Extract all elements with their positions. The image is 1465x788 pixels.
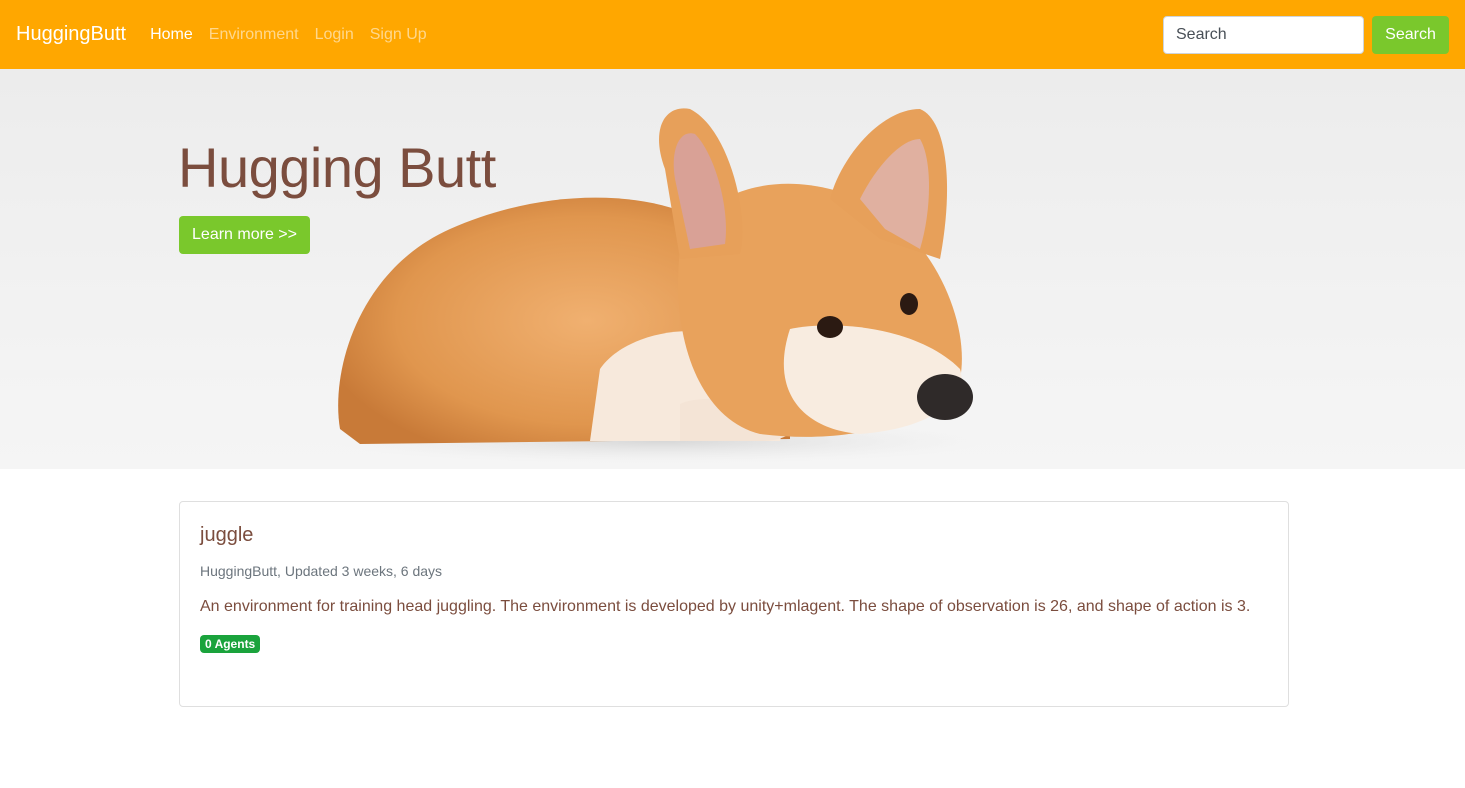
search-input[interactable] xyxy=(1163,15,1364,54)
card-title[interactable]: juggle xyxy=(200,524,1268,547)
card-description: An environment for training head jugglin… xyxy=(200,598,1251,615)
brand-link[interactable]: HuggingButt xyxy=(16,23,126,46)
card-meta: HuggingButt, Updated 3 weeks, 6 days xyxy=(200,563,443,579)
environment-card[interactable]: juggle HuggingButt, Updated 3 weeks, 6 d… xyxy=(179,501,1289,707)
nav-link-home[interactable]: Home xyxy=(150,26,193,44)
nav-link-signup[interactable]: Sign Up xyxy=(370,26,427,44)
hero-banner: Hugging Butt Learn more >> xyxy=(0,69,1465,469)
search-form: Search xyxy=(1163,15,1449,54)
nav-link-environment[interactable]: Environment xyxy=(209,26,299,44)
agents-badge: 0 Agents xyxy=(200,635,261,653)
hero-title: Hugging Butt xyxy=(178,136,496,199)
corgi-image xyxy=(330,108,990,463)
learn-more-button[interactable]: Learn more >> xyxy=(179,216,310,254)
search-button[interactable]: Search xyxy=(1372,15,1449,54)
nav-link-login[interactable]: Login xyxy=(315,26,354,44)
navbar: HuggingButt Home Environment Login Sign … xyxy=(0,0,1465,69)
